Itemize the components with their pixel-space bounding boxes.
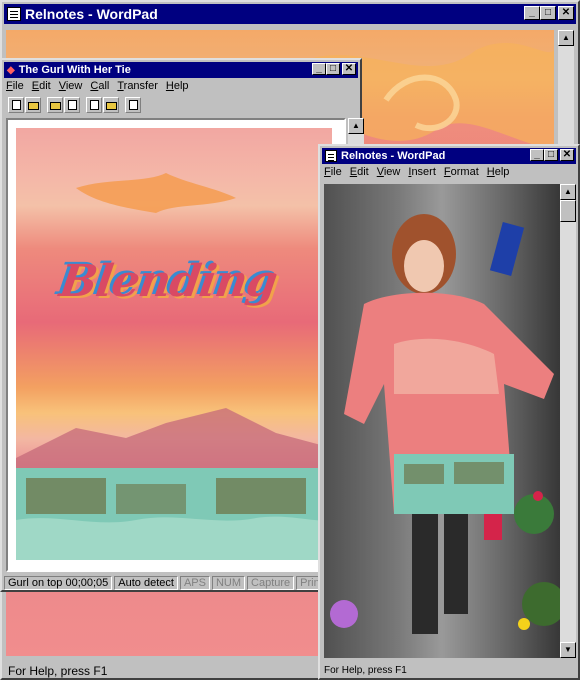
status-aps: APS [179, 576, 210, 590]
terminal-window-title: The Gurl With Her Tie [18, 64, 131, 76]
front-menu-bar: File Edit View Insert Format Help [324, 166, 509, 178]
status-connection-time: Gurl on top 00;00;05 [4, 576, 113, 590]
front-vertical-scrollbar[interactable]: ▲ ▼ [560, 184, 576, 658]
front-menu-format[interactable]: Format [444, 166, 479, 178]
terminal-minimize-button[interactable]: _ [312, 63, 326, 75]
terminal-scroll-up-arrow-icon[interactable]: ▲ [348, 118, 364, 134]
back-window-title: Relnotes - WordPad [25, 6, 158, 22]
menu-file[interactable]: File [6, 80, 24, 92]
terminal-title-bar[interactable]: ◆ The Gurl With Her Tie _ □ ✕ [4, 62, 358, 78]
front-status-bar: For Help, press F1 [320, 662, 578, 678]
front-menu-insert[interactable]: Insert [408, 166, 436, 178]
front-maximize-button[interactable]: □ [544, 149, 558, 161]
back-status-text: For Help, press F1 [8, 664, 108, 678]
back-title-bar[interactable]: Relnotes - WordPad _ □ ✕ [4, 4, 576, 24]
menu-help[interactable]: Help [166, 80, 189, 92]
front-scroll-down-arrow-icon[interactable]: ▼ [560, 642, 576, 658]
properties-icon[interactable] [125, 97, 141, 113]
front-wordpad-app-icon[interactable] [325, 150, 337, 162]
terminal-status-bar: Gurl on top 00;00;05 Auto detect APS NUM… [2, 576, 360, 590]
status-num: NUM [211, 576, 246, 590]
front-close-button[interactable]: ✕ [560, 149, 574, 161]
open-icon[interactable] [47, 97, 63, 113]
copy-icon[interactable] [86, 97, 102, 113]
menu-call[interactable]: Call [90, 80, 109, 92]
menu-transfer[interactable]: Transfer [117, 80, 158, 92]
terminal-window: ◆ The Gurl With Her Tie _ □ ✕ File Edit … [0, 58, 364, 592]
artwork-image[interactable]: Blending [16, 128, 332, 560]
terminal-content-frame: Blending ▲ [6, 118, 364, 572]
scroll-up-arrow-icon[interactable]: ▲ [558, 30, 574, 46]
front-scroll-thumb[interactable] [560, 200, 576, 222]
open-folder-icon[interactable] [25, 97, 41, 113]
artwork-illustration [16, 173, 332, 560]
menu-edit[interactable]: Edit [32, 80, 51, 92]
front-status-text: For Help, press F1 [324, 664, 407, 676]
front-menu-edit[interactable]: Edit [350, 166, 369, 178]
front-menu-view[interactable]: View [377, 166, 401, 178]
paste-icon[interactable] [103, 97, 119, 113]
terminal-menu-bar: File Edit View Call Transfer Help [6, 80, 189, 92]
wordpad-app-icon[interactable] [7, 7, 21, 21]
terminal-app-icon[interactable]: ◆ [7, 65, 15, 76]
artwork-title-text: Blending [56, 256, 280, 307]
status-capture: Capture [247, 576, 295, 590]
front-menu-help[interactable]: Help [487, 166, 510, 178]
maximize-button[interactable]: □ [540, 6, 556, 20]
close-button[interactable]: ✕ [558, 6, 574, 20]
front-minimize-button[interactable]: _ [530, 149, 544, 161]
front-wordpad-window: Relnotes - WordPad _ □ ✕ File Edit View … [318, 144, 580, 680]
front-scroll-up-arrow-icon[interactable]: ▲ [560, 184, 576, 200]
terminal-toolbar [8, 97, 142, 115]
terminal-maximize-button[interactable]: □ [326, 63, 340, 75]
terminal-close-button[interactable]: ✕ [342, 63, 356, 75]
front-title-bar[interactable]: Relnotes - WordPad _ □ ✕ [322, 148, 576, 164]
save-icon[interactable] [64, 97, 80, 113]
front-window-title: Relnotes - WordPad [341, 150, 446, 162]
front-menu-file[interactable]: File [324, 166, 342, 178]
new-file-icon[interactable] [8, 97, 24, 113]
minimize-button[interactable]: _ [524, 6, 540, 20]
status-auto-detect: Auto detect [114, 576, 178, 590]
menu-view[interactable]: View [59, 80, 83, 92]
photo-illustration [324, 184, 560, 658]
front-document-area[interactable] [324, 184, 560, 658]
